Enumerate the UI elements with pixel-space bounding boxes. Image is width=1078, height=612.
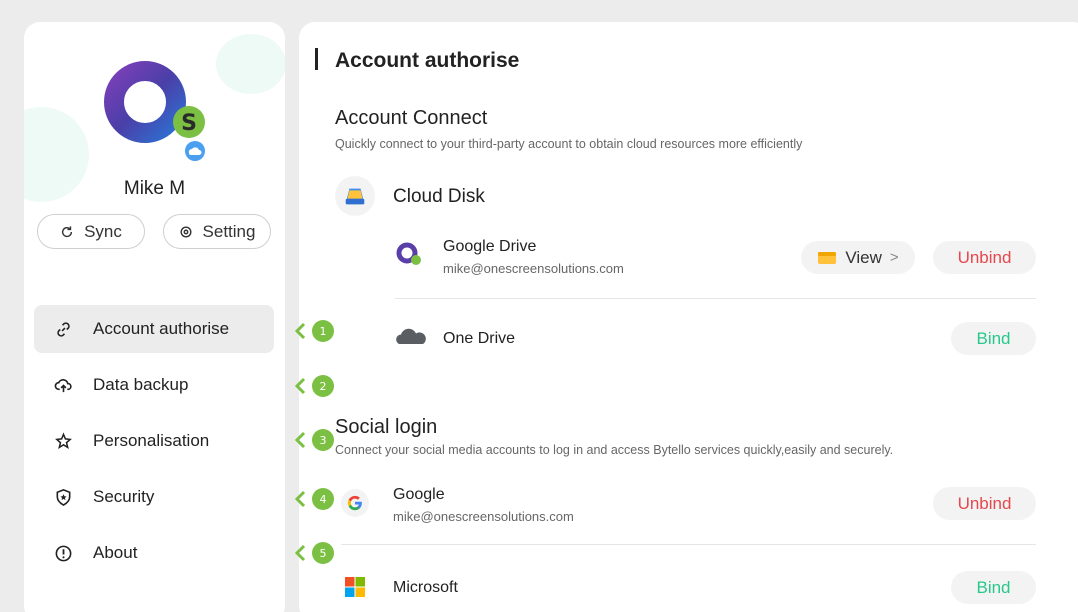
social-login-subtitle: Connect your social media accounts to lo… <box>335 443 894 457</box>
sidebar-item-label: Account authorise <box>93 319 230 338</box>
account-connect-title: Account Connect <box>335 107 488 129</box>
marker-number: 5 <box>312 542 334 564</box>
sidebar-item-personalisation[interactable]: Personalisation <box>34 417 274 465</box>
profile-sidebar: S Mike M Sync Setting Account authorise <box>24 22 285 612</box>
sidebar-item-label: About <box>93 543 138 562</box>
chevron-left-icon <box>294 490 306 508</box>
cloud-disk-title: Cloud Disk <box>393 186 485 207</box>
view-label: View <box>845 247 882 267</box>
marker-3: 3 <box>294 428 340 452</box>
star-sparkle-icon <box>55 431 72 449</box>
chevron-left-icon <box>294 322 306 340</box>
decorative-bubble <box>216 34 285 94</box>
sidebar-item-account-authorise[interactable]: Account authorise <box>34 305 274 353</box>
marker-4: 4 <box>294 487 340 511</box>
onedrive-bind-button[interactable]: Bind <box>951 322 1036 355</box>
google-name: Google <box>393 486 445 503</box>
google-drive-unbind-button[interactable]: Unbind <box>933 241 1036 274</box>
marker-5: 5 <box>294 541 340 565</box>
microsoft-bind-button[interactable]: Bind <box>951 571 1036 604</box>
sidebar-item-about[interactable]: About <box>34 529 274 577</box>
avatar[interactable]: S <box>103 60 207 164</box>
title-accent-bar <box>315 48 318 70</box>
onedrive-cloud-icon <box>395 324 427 348</box>
marker-number: 2 <box>312 375 334 397</box>
account-connect-subtitle: Quickly connect to your third-party acco… <box>335 137 803 151</box>
sidebar-item-data-backup[interactable]: Data backup <box>34 361 274 409</box>
shield-icon <box>56 488 71 506</box>
marker-number: 4 <box>312 488 334 510</box>
sync-label: Sync <box>84 221 122 241</box>
account-authorise-panel: Account authorise Account Connect Quickl… <box>299 22 1078 612</box>
view-button[interactable]: View > <box>801 241 915 274</box>
chevron-left-icon <box>294 431 306 449</box>
divider <box>341 544 1036 545</box>
google-unbind-button[interactable]: Unbind <box>933 487 1036 520</box>
chevron-left-icon <box>294 544 306 562</box>
folder-icon <box>818 251 837 264</box>
google-logo-icon <box>341 489 369 517</box>
google-drive-email: mike@onescreensolutions.com <box>443 261 624 276</box>
sidebar-item-label: Security <box>93 487 155 506</box>
sidebar-item-label: Data backup <box>93 375 189 394</box>
google-drive-name: Google Drive <box>443 238 537 255</box>
onedrive-name: One Drive <box>443 330 516 347</box>
sidebar-item-label: Personalisation <box>93 431 210 450</box>
marker-number: 1 <box>312 320 334 342</box>
link-icon <box>57 321 70 337</box>
setting-label: Setting <box>202 221 256 241</box>
setting-button[interactable]: Setting <box>163 214 271 249</box>
info-icon <box>55 545 72 561</box>
cloud-disk-icon <box>335 176 375 216</box>
divider <box>395 298 1036 299</box>
google-email: mike@onescreensolutions.com <box>393 509 574 524</box>
microsoft-name: Microsoft <box>393 579 458 596</box>
marker-1: 1 <box>294 319 340 343</box>
chevron-right-icon: > <box>889 249 899 266</box>
user-name: Mike M <box>123 178 186 199</box>
page-title: Account authorise <box>335 49 520 72</box>
microsoft-logo-icon <box>344 576 366 598</box>
marker-number: 3 <box>312 429 334 451</box>
google-drive-account-icon <box>395 240 423 268</box>
marker-2: 2 <box>294 374 340 398</box>
cloud-upload-icon <box>54 378 72 392</box>
social-login-title: Social login <box>335 416 438 438</box>
svg-text:S: S <box>181 111 197 136</box>
sync-button[interactable]: Sync <box>37 214 145 249</box>
chevron-left-icon <box>294 377 306 395</box>
sync-icon <box>62 225 73 237</box>
sidebar-item-security[interactable]: Security <box>34 473 274 521</box>
gear-icon <box>180 225 192 238</box>
